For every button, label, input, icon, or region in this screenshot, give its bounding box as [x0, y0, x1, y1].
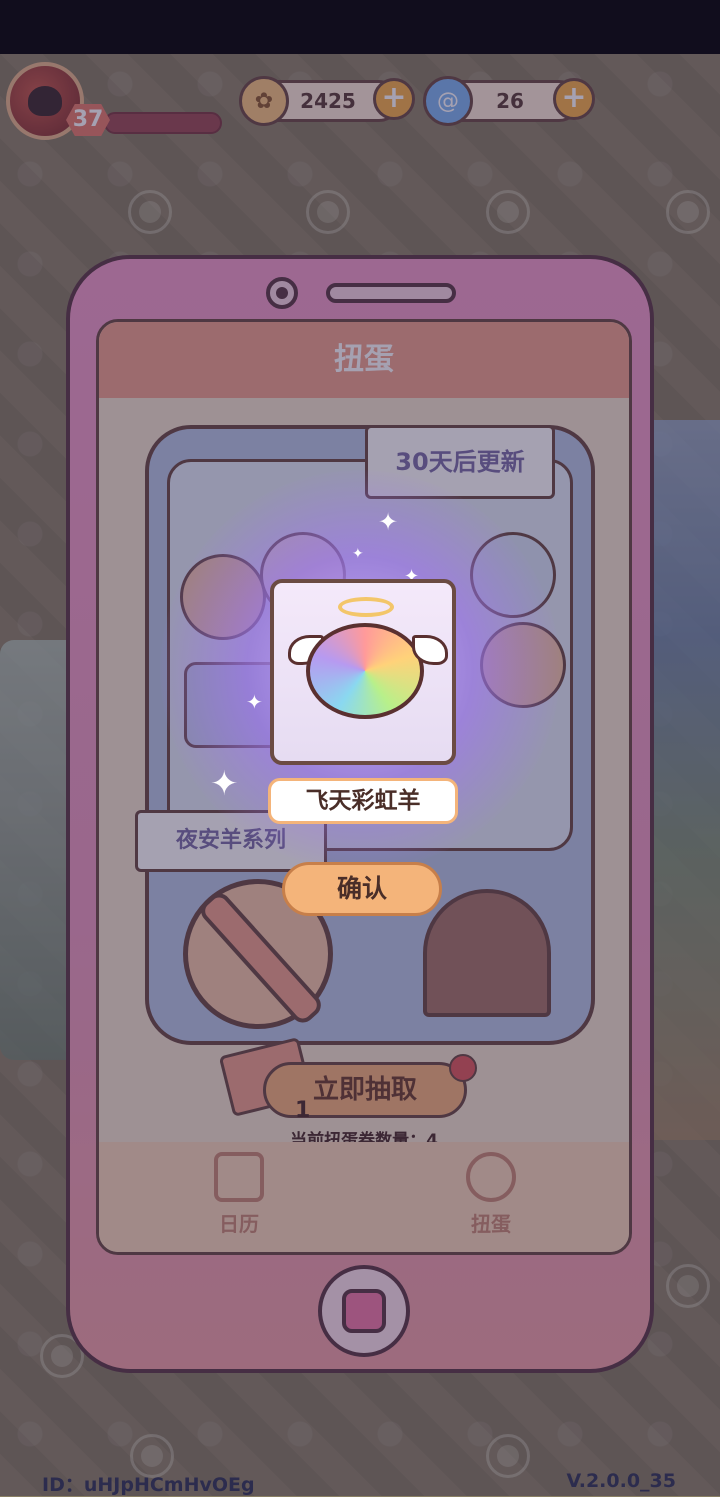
sparkle-icon: ✦ [246, 690, 263, 714]
rainbow-angel-sheep-icon [306, 623, 424, 719]
confirm-button[interactable]: 确认 [282, 862, 442, 916]
reward-card [270, 579, 456, 765]
version-label: V.2.0.0_35 [566, 1470, 676, 1492]
reward-name: 飞天彩虹羊 [268, 778, 458, 824]
sparkle-icon: ✦ [210, 764, 239, 804]
halo-icon [338, 597, 394, 617]
sparkle-icon: ✦ [378, 508, 399, 536]
sparkle-icon: ✦ [352, 546, 364, 562]
player-id: ID：uHJpHCmHvOEg [42, 1474, 255, 1496]
